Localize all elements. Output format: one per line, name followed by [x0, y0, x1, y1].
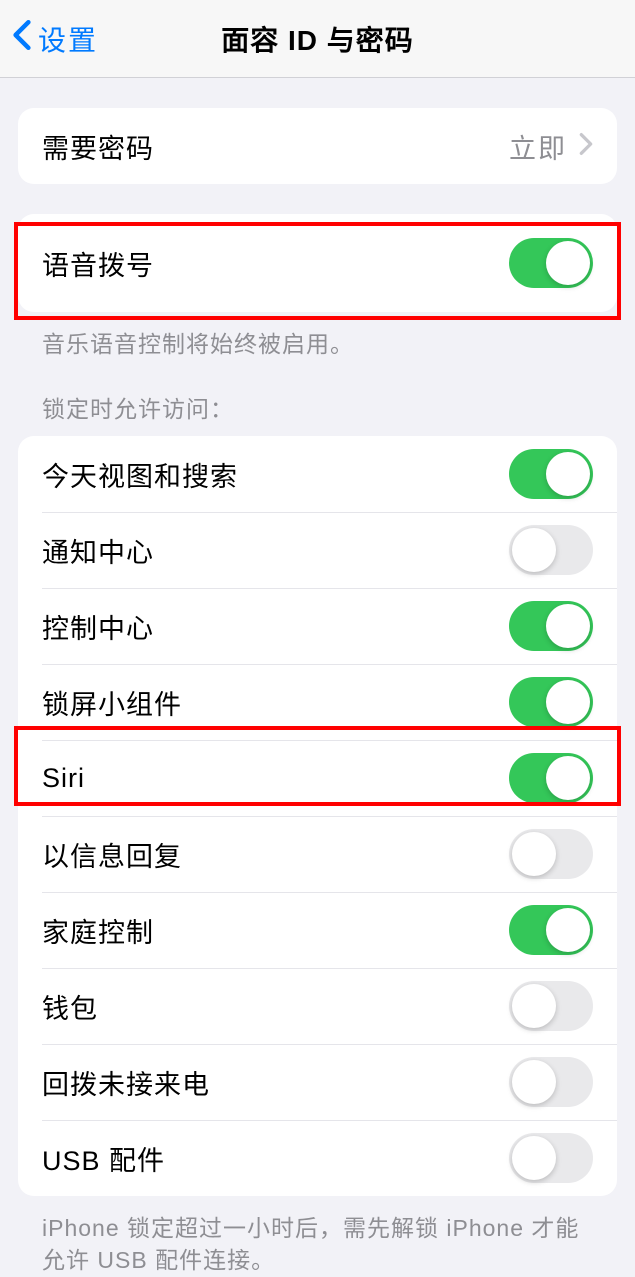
lock-access-row: USB 配件	[18, 1120, 617, 1196]
voice-dial-footer: 音乐语音控制将始终被启用。	[18, 312, 617, 360]
lock-access-item-label: 通知中心	[42, 531, 154, 570]
lock-access-item-toggle[interactable]	[509, 829, 593, 879]
lock-access-item-label: 今天视图和搜索	[42, 455, 238, 494]
require-passcode-label: 需要密码	[42, 127, 154, 166]
lock-access-item-toggle[interactable]	[509, 1133, 593, 1183]
lock-access-row: 锁屏小组件	[18, 664, 617, 740]
back-label: 设置	[38, 19, 98, 59]
lock-access-item-toggle[interactable]	[509, 525, 593, 575]
lock-access-row: 钱包	[18, 968, 617, 1044]
lock-access-row: Siri	[18, 740, 617, 816]
lock-access-item-toggle[interactable]	[509, 905, 593, 955]
lock-access-item-label: 以信息回复	[42, 835, 182, 874]
page-title: 面容 ID 与密码	[221, 19, 414, 59]
lock-access-item-label: USB 配件	[42, 1139, 165, 1178]
lock-access-item-toggle[interactable]	[509, 601, 593, 651]
lock-access-item-label: 锁屏小组件	[42, 683, 182, 722]
lock-access-item-label: 钱包	[42, 987, 98, 1026]
lock-access-row: 家庭控制	[18, 892, 617, 968]
require-passcode-value: 立即	[509, 127, 567, 166]
voice-dial-label: 语音拨号	[42, 244, 154, 283]
voice-dial-row: 语音拨号	[18, 214, 617, 312]
lock-access-item-toggle[interactable]	[509, 1057, 593, 1107]
back-chevron-icon	[12, 19, 32, 58]
lock-access-item-toggle[interactable]	[509, 677, 593, 727]
lock-access-header: 锁定时允许访问：	[18, 360, 617, 436]
lock-access-item-label: Siri	[42, 763, 85, 794]
lock-access-item-toggle[interactable]	[509, 753, 593, 803]
lock-access-group: 今天视图和搜索通知中心控制中心锁屏小组件 Siri 以信息回复家庭控制钱包回拨未接来…	[18, 436, 617, 1196]
require-passcode-row[interactable]: 需要密码 立即	[18, 108, 617, 184]
voice-dial-toggle[interactable]	[509, 238, 593, 288]
lock-access-item-label: 控制中心	[42, 607, 154, 646]
lock-access-row: 回拨未接来电	[18, 1044, 617, 1120]
lock-access-row: 通知中心	[18, 512, 617, 588]
lock-access-item-toggle[interactable]	[509, 981, 593, 1031]
lock-access-row: 以信息回复	[18, 816, 617, 892]
lock-access-item-toggle[interactable]	[509, 449, 593, 499]
chevron-right-icon	[579, 132, 593, 161]
lock-access-item-label: 家庭控制	[42, 911, 154, 950]
lock-access-row: 控制中心	[18, 588, 617, 664]
lock-access-row: 今天视图和搜索	[18, 436, 617, 512]
lock-access-item-label: 回拨未接来电	[42, 1063, 210, 1102]
usb-footer: iPhone 锁定超过一小时后，需先解锁 iPhone 才能允许 USB 配件连…	[18, 1196, 617, 1276]
back-button[interactable]: 设置	[0, 19, 98, 59]
